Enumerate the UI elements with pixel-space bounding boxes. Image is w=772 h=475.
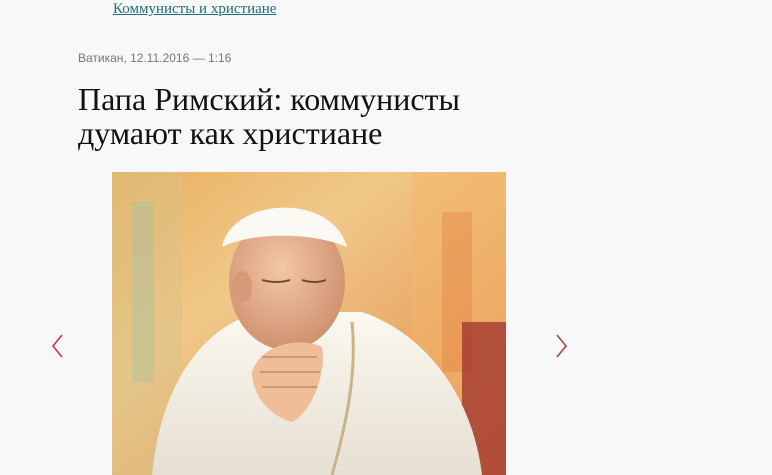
related-topic-link[interactable]: Коммунисты и христиане xyxy=(113,0,276,18)
article-title: Папа Римский: коммунисты думают как хрис… xyxy=(78,81,461,151)
article-location: Ватикан xyxy=(78,51,124,65)
article-datetime: 12.11.2016 — 1:16 xyxy=(130,51,232,65)
article-meta: Ватикан, 12.11.2016 — 1:16 xyxy=(78,51,232,65)
article-photo xyxy=(112,172,506,475)
gallery-prev-button[interactable] xyxy=(48,333,68,359)
chevron-left-icon xyxy=(51,334,63,358)
gallery-next-button[interactable] xyxy=(551,333,571,359)
chevron-right-icon xyxy=(556,334,568,358)
